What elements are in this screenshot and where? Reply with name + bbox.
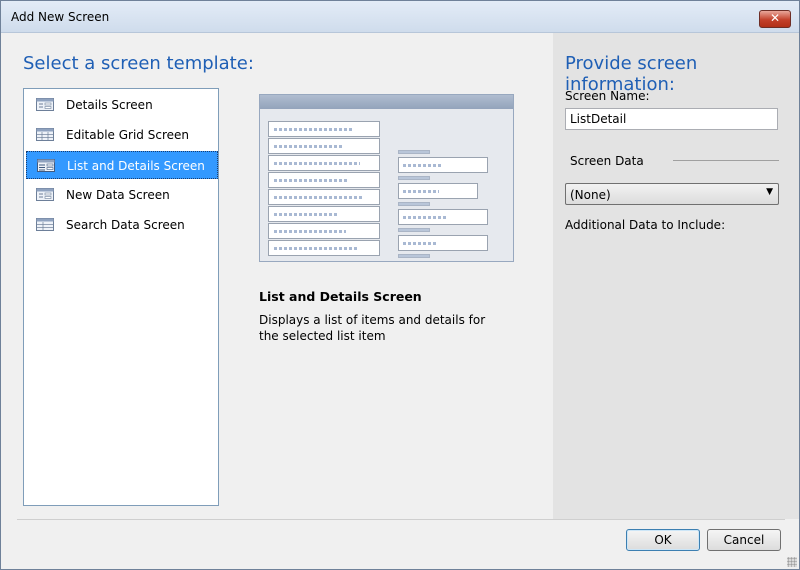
search-data-screen-icon (36, 218, 54, 231)
preview-field (398, 157, 488, 173)
preview-list-row (268, 121, 380, 137)
screen-data-dropdown[interactable]: (None) ▼ (565, 183, 779, 205)
close-button[interactable]: ✕ (759, 10, 791, 28)
template-item-label: List and Details Screen (67, 159, 205, 173)
template-item-label: Editable Grid Screen (66, 128, 189, 142)
preview-list-row (268, 138, 380, 154)
window-title: Add New Screen (11, 10, 110, 24)
screen-info-pane (553, 33, 799, 519)
additional-data-label: Additional Data to Include: (565, 218, 726, 232)
template-item-editable-grid[interactable]: Editable Grid Screen (26, 121, 218, 149)
ok-button[interactable]: OK (626, 529, 700, 551)
template-item-list-details[interactable]: List and Details Screen (26, 151, 218, 179)
preview-list-row (268, 206, 380, 222)
close-icon: ✕ (769, 11, 781, 25)
dropdown-arrow-icon: ▼ (766, 187, 773, 197)
template-list[interactable]: Details Screen Editable Grid Screen List… (23, 88, 219, 506)
preview-list-row (268, 155, 380, 171)
preview-field-label (398, 150, 430, 154)
template-item-label: New Data Screen (66, 188, 170, 202)
template-preview-image (259, 94, 514, 262)
details-screen-icon (36, 98, 54, 111)
template-description: Displays a list of items and details for… (259, 313, 486, 343)
cancel-button[interactable]: Cancel (707, 529, 781, 551)
template-item-details[interactable]: Details Screen (26, 91, 218, 119)
template-item-search-data[interactable]: Search Data Screen (26, 211, 218, 239)
dialog-footer: OK Cancel (1, 519, 799, 569)
preview-title-bar (260, 95, 513, 109)
list-details-screen-icon (37, 159, 55, 172)
preview-field-label (398, 228, 430, 232)
screen-data-divider (673, 160, 779, 161)
screen-name-label: Screen Name: (565, 89, 650, 103)
add-new-screen-dialog: Add New Screen ✕ Select a screen templat… (0, 0, 800, 570)
preview-field-label (398, 176, 430, 180)
preview-list-row (268, 189, 380, 205)
template-name: List and Details Screen (259, 289, 422, 304)
template-heading: Select a screen template: (23, 53, 254, 74)
title-bar[interactable]: Add New Screen ✕ (1, 1, 799, 33)
preview-list-row (268, 223, 380, 239)
template-item-new-data[interactable]: New Data Screen (26, 181, 218, 209)
screen-data-label: Screen Data (570, 154, 644, 168)
preview-field (398, 183, 478, 199)
grid-screen-icon (36, 128, 54, 141)
preview-field-label (398, 254, 430, 258)
template-pane: Select a screen template: Details Screen (1, 33, 553, 519)
screen-name-input[interactable]: ListDetail (565, 108, 778, 130)
footer-divider (17, 519, 785, 520)
preview-field (398, 235, 488, 251)
new-data-screen-icon (36, 188, 54, 201)
preview-field (398, 209, 488, 225)
preview-list-row (268, 172, 380, 188)
screen-data-selected: (None) (570, 188, 611, 202)
template-item-label: Search Data Screen (66, 218, 185, 232)
preview-list-row (268, 240, 380, 256)
preview-field-label (398, 202, 430, 206)
resize-grip-icon[interactable] (787, 557, 797, 567)
template-item-label: Details Screen (66, 98, 153, 112)
